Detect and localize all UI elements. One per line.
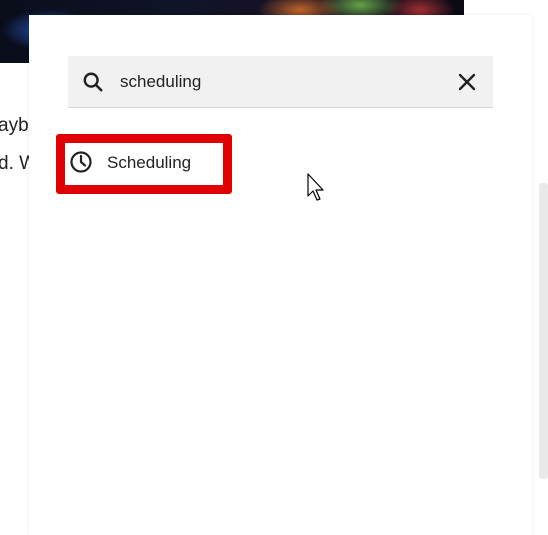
search-input[interactable]: scheduling xyxy=(120,72,201,92)
clock-icon xyxy=(70,151,92,173)
search-bar[interactable]: scheduling xyxy=(68,56,493,108)
search-icon xyxy=(83,72,103,92)
search-result-label: Scheduling xyxy=(107,153,192,172)
close-icon[interactable] xyxy=(457,72,477,92)
background-text-line: ayb xyxy=(0,115,29,136)
page-scrollbar[interactable] xyxy=(539,183,548,479)
search-modal: scheduling Scheduling xyxy=(29,15,532,535)
mouse-cursor-icon xyxy=(307,173,324,201)
search-result-scheduling[interactable]: Scheduling xyxy=(56,134,232,194)
